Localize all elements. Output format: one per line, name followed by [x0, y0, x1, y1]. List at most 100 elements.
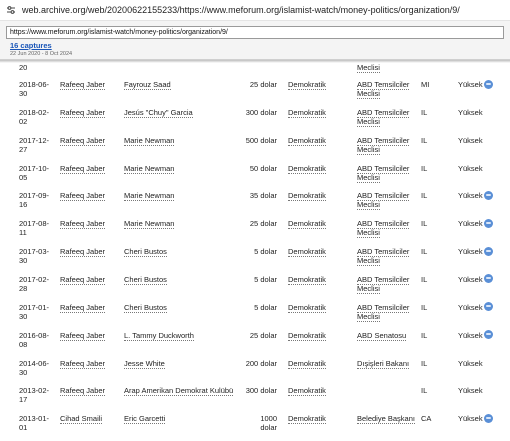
row-state: IL [421, 274, 428, 284]
row-state: IL [421, 219, 428, 229]
row-donor[interactable]: Cihad Smaili [60, 414, 120, 425]
captures-link[interactable]: 16 captures [10, 41, 52, 50]
row-party[interactable]: Demokratik [288, 135, 352, 146]
row-date: 2016-08-08 [19, 330, 50, 349]
row-donor[interactable]: Rafeeq Jaber [60, 107, 120, 118]
wayback-toolbar: https://www.meforum.org/islamist-watch/m… [0, 21, 510, 60]
row-amount: 5 dolar [254, 247, 277, 257]
row-office[interactable]: ABD Temsilciler Meclisi [357, 191, 419, 211]
row-office[interactable]: ABD Temsilciler Meclisi [357, 247, 419, 267]
row-level: Yüksek [458, 386, 483, 396]
row-office[interactable]: ABD Temsilciler Meclisi [357, 80, 419, 99]
row-office[interactable]: ABD Temsilciler Meclisi [357, 274, 419, 294]
row-level: Yüksek [458, 79, 508, 90]
chat-badge-icon[interactable] [483, 190, 493, 200]
row-amount: 50 dolar [249, 163, 277, 173]
row-donor[interactable]: Rafeeq Jaber [60, 80, 120, 90]
row-office[interactable]: ABD Senatosu [357, 330, 419, 341]
row-amount: 200 dolar [245, 358, 277, 368]
row-party[interactable]: Demokratik [288, 247, 352, 258]
row-level: Yüksek [458, 274, 508, 285]
row-donor[interactable]: Rafeeq Jaber [60, 330, 120, 341]
row-level: Yüksek [458, 107, 483, 117]
row-date: 2014-06-30 [19, 358, 50, 377]
row-date: 2017-12-27 [19, 135, 50, 154]
row-party[interactable]: Demokratik [288, 414, 352, 425]
row-party[interactable]: Demokratik [288, 274, 352, 285]
row-office[interactable]: Dışişleri Bakanı [357, 358, 419, 369]
row-amount: 25 dolar [249, 80, 277, 89]
browser-address-bar[interactable]: web.archive.org/web/20200622155233/https… [0, 0, 510, 21]
row-level: Yüksek [458, 218, 508, 229]
row-party[interactable]: Demokratik [288, 80, 352, 90]
row-office[interactable]: ABD Temsilciler Meclisi [357, 302, 419, 322]
row-amount: 5 dolar [254, 302, 277, 312]
row-party[interactable]: Demokratik [288, 330, 352, 341]
row-party[interactable]: Demokratik [288, 191, 352, 202]
row-state: IL [421, 302, 428, 312]
row-state: IL [421, 135, 428, 145]
row-office[interactable]: ABD Temsilciler Meclisi [357, 219, 419, 239]
row-date: 20 [19, 63, 28, 72]
chat-badge-icon[interactable] [483, 274, 493, 284]
row-party[interactable]: Demokratik [288, 358, 352, 369]
row-level: Yüksek [458, 163, 483, 173]
row-donor[interactable]: Rafeeq Jaber [60, 135, 120, 146]
row-donor[interactable]: Rafeeq Jaber [60, 302, 120, 313]
row-donor[interactable]: Rafeeq Jaber [60, 358, 120, 369]
row-donor[interactable]: Rafeeq Jaber [60, 163, 120, 174]
row-party[interactable]: Demokratik [288, 219, 352, 230]
row-party[interactable]: Demokratik [288, 386, 352, 397]
row-date: 2017-09-16 [19, 191, 50, 210]
row-donor[interactable]: Rafeeq Jaber [60, 219, 120, 230]
row-level: Yüksek [458, 246, 508, 257]
row-level: Yüksek [458, 358, 483, 368]
chat-badge-icon[interactable] [483, 330, 493, 340]
row-date: 2018-06-30 [19, 80, 50, 98]
row-office[interactable]: Meclisi [357, 63, 419, 73]
row-amount: 25 dolar [249, 219, 277, 229]
row-office[interactable]: ABD Temsilciler Meclisi [357, 163, 419, 183]
row-state: MI [421, 80, 430, 89]
row-state: IL [421, 163, 428, 173]
captures-range: 22 Jun 2020 - 8 Oct 2024 [10, 51, 73, 57]
row-level: Yüksek [458, 330, 508, 341]
chat-badge-icon[interactable] [483, 246, 493, 256]
row-amount: 500 dolar [245, 135, 277, 145]
row-amount: 300 dolar [245, 107, 277, 117]
row-amount: 1000 dolar [260, 414, 277, 433]
row-office[interactable]: ABD Temsilciler Meclisi [357, 135, 419, 155]
row-state: IL [421, 107, 428, 117]
wayback-url-input[interactable]: https://www.meforum.org/islamist-watch/m… [6, 26, 504, 39]
row-donor[interactable]: Rafeeq Jaber [60, 247, 120, 258]
row-office[interactable]: Belediye Başkanı [357, 414, 419, 425]
site-info-icon[interactable] [0, 5, 22, 15]
chat-badge-icon[interactable] [483, 302, 493, 312]
row-party[interactable]: Demokratik [288, 163, 352, 174]
row-amount: 25 dolar [249, 330, 277, 340]
row-level: Yüksek [458, 190, 508, 201]
row-state: CA [421, 414, 432, 424]
row-date: 2017-02-28 [19, 274, 50, 293]
row-date: 2018-02-02 [19, 107, 50, 126]
row-level: Yüksek [458, 135, 483, 145]
row-office[interactable]: ABD Temsilciler Meclisi [357, 107, 419, 127]
row-party[interactable]: Demokratik [288, 107, 352, 118]
row-state: IL [421, 358, 428, 368]
row-state: IL [421, 330, 428, 340]
toolbar-shadow [0, 60, 510, 63]
chat-badge-icon[interactable] [483, 79, 493, 89]
row-donor[interactable]: Rafeeq Jaber [60, 386, 120, 397]
row-party[interactable]: Demokratik [288, 302, 352, 313]
row-amount: 35 dolar [249, 191, 277, 201]
row-date: 2017-03-30 [19, 247, 50, 266]
address-text[interactable]: web.archive.org/web/20200622155233/https… [22, 5, 460, 15]
row-date: 2017-08-11 [19, 219, 50, 238]
row-donor[interactable]: Rafeeq Jaber [60, 191, 120, 202]
chat-badge-icon[interactable] [483, 218, 493, 228]
row-level: Yüksek [458, 413, 508, 424]
row-state: IL [421, 247, 428, 257]
chat-badge-icon[interactable] [483, 413, 493, 423]
row-date: 2017-01-30 [19, 302, 50, 321]
row-donor[interactable]: Rafeeq Jaber [60, 274, 120, 285]
